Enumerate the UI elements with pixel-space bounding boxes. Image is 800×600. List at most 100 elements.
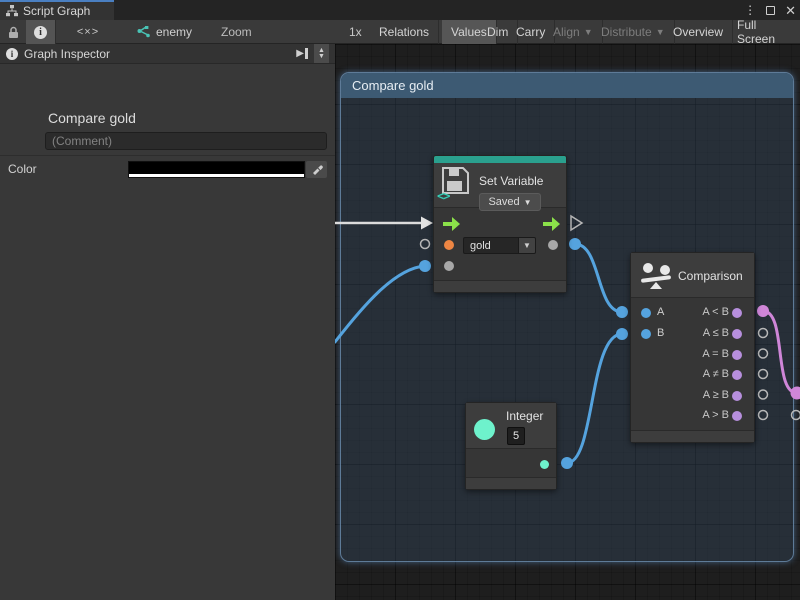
comparison-row-gt: A > B [631,406,754,426]
port-neq-inner[interactable] [732,370,742,380]
variable-name-dropdown-button[interactable]: ▼ [519,237,536,254]
port-value-in-inner[interactable] [444,261,454,271]
tab-script-graph[interactable]: Script Graph [0,0,114,20]
color-field-label: Color [8,162,37,176]
port-comparison-b-in[interactable] [616,328,628,340]
port-setvar-value-in-unconnected[interactable] [421,240,430,249]
node-footer [466,477,556,489]
port-comparison-eq-out[interactable] [759,349,768,358]
output-lte-label: A ≤ B [703,327,729,339]
integer-value-input[interactable]: 5 [507,427,525,445]
comparison-row-neq: A ≠ B [631,365,754,385]
port-offscreen-node-in-2[interactable] [792,411,800,420]
tab-label: Script Graph [23,4,90,18]
info-icon: i [6,48,18,60]
output-lt-label: A < B [702,306,729,318]
port-setvar-value-out[interactable] [569,238,581,250]
port-integer-out-inner[interactable] [540,460,549,469]
port-comparison-neq-out[interactable] [759,370,768,379]
distribute-dropdown[interactable]: Distribute ▼ [592,20,675,44]
flow-arrowhead [421,217,433,230]
integer-value: 5 [513,430,519,442]
node-header[interactable]: Comparison [631,253,754,298]
zoom-label: Zoom [221,20,252,44]
maximize-icon[interactable] [766,6,775,15]
flow-in-arrow-icon[interactable] [443,217,460,231]
variable-kind-value: Saved [488,196,519,208]
spin-down-icon[interactable]: ▼ [318,54,325,60]
dropdown-caret-icon: ▼ [524,198,532,207]
distribute-label: Distribute [601,25,652,39]
close-icon[interactable]: ✕ [785,4,796,17]
port-comparison-lt-out[interactable] [757,305,769,317]
comparison-row-eq: A = B [631,345,754,365]
full-screen-button[interactable]: Full Screen [728,20,800,44]
comment-input[interactable] [45,132,327,150]
wire-integer-to-comparison-b[interactable] [567,334,622,463]
output-neq-label: A ≠ B [703,368,729,380]
flow-out-arrow-icon[interactable] [543,217,560,231]
node-accent-strip [434,156,566,163]
graph-canvas[interactable]: Compare gold [335,44,800,600]
output-gt-label: A > B [702,409,729,421]
code-preview-button[interactable]: <×> [62,20,114,44]
port-b-inner[interactable] [641,329,651,339]
inspector-title: Graph Inspector [24,47,290,61]
output-gte-label: A ≥ B [703,389,729,401]
wire-value-in-setvar[interactable] [335,266,425,342]
port-comparison-a-in[interactable] [616,306,628,318]
port-gte-inner[interactable] [732,391,742,401]
port-integer-out[interactable] [561,457,573,469]
node-integer[interactable]: Integer 5 [465,402,557,490]
port-setvar-flow-out[interactable] [571,216,582,230]
window-tab-bar: Script Graph ⋮ ✕ [0,0,800,20]
overview-button[interactable]: Overview [664,20,733,44]
graph-toolbar: i <×> enemy Zoom 1x Relations Values Dim… [0,20,800,44]
comparison-row-a: A A < B [631,303,754,323]
expand-panel-icon[interactable]: ▶ [296,48,308,59]
output-eq-label: A = B [702,348,729,360]
color-swatch[interactable] [128,161,305,178]
port-eq-inner[interactable] [732,350,742,360]
code-icon: <×> [77,26,99,38]
panel-spinner-buttons[interactable]: ▲▼ [314,44,329,63]
node-header[interactable]: Integer 5 [466,403,556,449]
eyedropper-button[interactable] [306,161,327,178]
port-setvar-fallback-in[interactable] [419,260,431,272]
port-comparison-gt-out[interactable] [759,411,768,420]
inspector-toggle-button[interactable]: i [26,20,56,44]
node-footer [434,280,566,292]
wire-comparison-lt-out[interactable] [763,311,797,393]
port-a-inner[interactable] [641,308,651,318]
variable-name-dropdown[interactable]: gold [463,237,519,254]
graph-breadcrumb[interactable]: enemy [136,20,192,44]
port-comparison-gte-out[interactable] [759,390,768,399]
expand-bar [305,48,308,59]
wire-setvar-to-comparison-a[interactable] [575,244,622,312]
graph-title: Compare gold [48,110,136,126]
node-header[interactable]: <> Set Variable Saved ▼ [434,163,566,208]
input-a-label: A [657,306,664,318]
lock-icon [8,26,19,39]
node-set-variable[interactable]: <> Set Variable Saved ▼ gold ▼ [433,155,567,293]
relations-button[interactable]: Relations [370,20,439,44]
window-controls: ⋮ ✕ [744,0,796,20]
comparison-row-gte: A ≥ B [631,386,754,406]
window-menu-icon[interactable]: ⋮ [744,4,756,16]
port-comparison-lte-out[interactable] [759,329,768,338]
dim-label: Dim [487,25,508,39]
port-variable-name[interactable] [444,240,454,250]
port-lt-inner[interactable] [732,308,742,318]
lock-button[interactable] [0,20,26,44]
port-offscreen-node-in[interactable] [791,387,800,400]
variable-kind-dropdown[interactable]: Saved ▼ [479,193,541,211]
port-lte-inner[interactable] [732,329,742,339]
overview-label: Overview [673,25,723,39]
port-gt-inner[interactable] [732,411,742,421]
dropdown-caret-icon: ▼ [523,241,531,250]
align-label: Align [553,25,580,39]
port-value-out-inner[interactable] [548,240,558,250]
divider [0,155,335,156]
inspector-header: i Graph Inspector ▶ ▲▼ [0,44,335,64]
node-comparison[interactable]: Comparison A A < B B A ≤ B A = B A ≠ B A… [630,252,755,443]
